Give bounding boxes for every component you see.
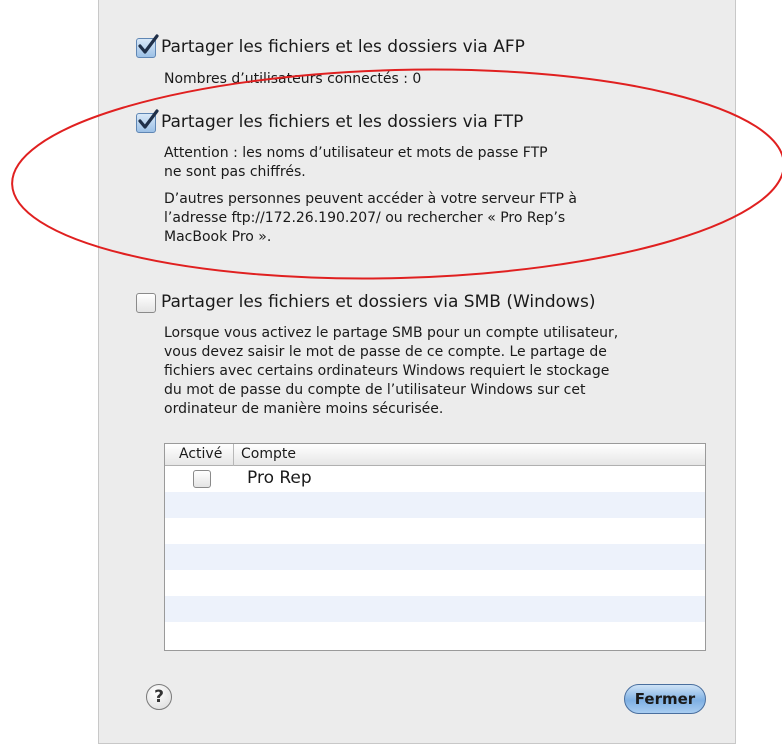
smb-desc-line-5: ordinateur de manière moins sécurisée. (164, 401, 444, 417)
ftp-access-line-3: MacBook Pro ». (164, 229, 272, 245)
ftp-warning-line-1: Attention : les noms d’utilisateur et mo… (164, 145, 548, 161)
table-row (165, 622, 705, 648)
smb-label[interactable]: Partager les fichiers et dossiers via SM… (161, 292, 595, 312)
column-header-enabled[interactable]: Activé (179, 446, 222, 462)
table-header: Activé Compte (165, 444, 705, 466)
table-row (165, 544, 705, 570)
afp-label[interactable]: Partager les fichiers et les dossiers vi… (161, 37, 525, 57)
close-button[interactable]: Fermer (624, 684, 706, 714)
afp-users-connected: Nombres d’utilisateurs connectés : 0 (164, 71, 422, 87)
table-row[interactable]: Pro Rep (165, 466, 705, 492)
table-row (165, 596, 705, 622)
checkmark-icon (138, 34, 159, 54)
smb-checkbox[interactable] (136, 293, 156, 313)
smb-desc-line-1: Lorsque vous activez le partage SMB pour… (164, 325, 619, 341)
table-row (165, 570, 705, 596)
ftp-access-line-2: l’adresse ftp://172.26.190.207/ ou reche… (164, 210, 566, 226)
ftp-access-line-1: D’autres personnes peuvent accéder à vot… (164, 191, 577, 207)
smb-desc-line-3: fichiers avec certains ordinateurs Windo… (164, 363, 610, 379)
account-enabled-checkbox[interactable] (193, 470, 211, 488)
checkmark-icon (138, 109, 159, 129)
help-button[interactable]: ? (146, 684, 172, 710)
ftp-checkbox[interactable] (136, 109, 159, 133)
ftp-label[interactable]: Partager les fichiers et les dossiers vi… (161, 112, 523, 132)
smb-desc-line-2: vous devez saisir le mot de passe de ce … (164, 344, 607, 360)
column-divider[interactable] (233, 444, 234, 466)
account-name: Pro Rep (247, 468, 312, 488)
smb-accounts-table: Activé Compte Pro Rep (164, 443, 706, 651)
ftp-warning-line-2: ne sont pas chiffrés. (164, 164, 306, 180)
column-header-account[interactable]: Compte (241, 446, 296, 462)
table-row (165, 492, 705, 518)
smb-desc-line-4: du mot de passe du compte de l’utilisate… (164, 382, 586, 398)
table-row (165, 518, 705, 544)
afp-checkbox[interactable] (136, 34, 159, 58)
